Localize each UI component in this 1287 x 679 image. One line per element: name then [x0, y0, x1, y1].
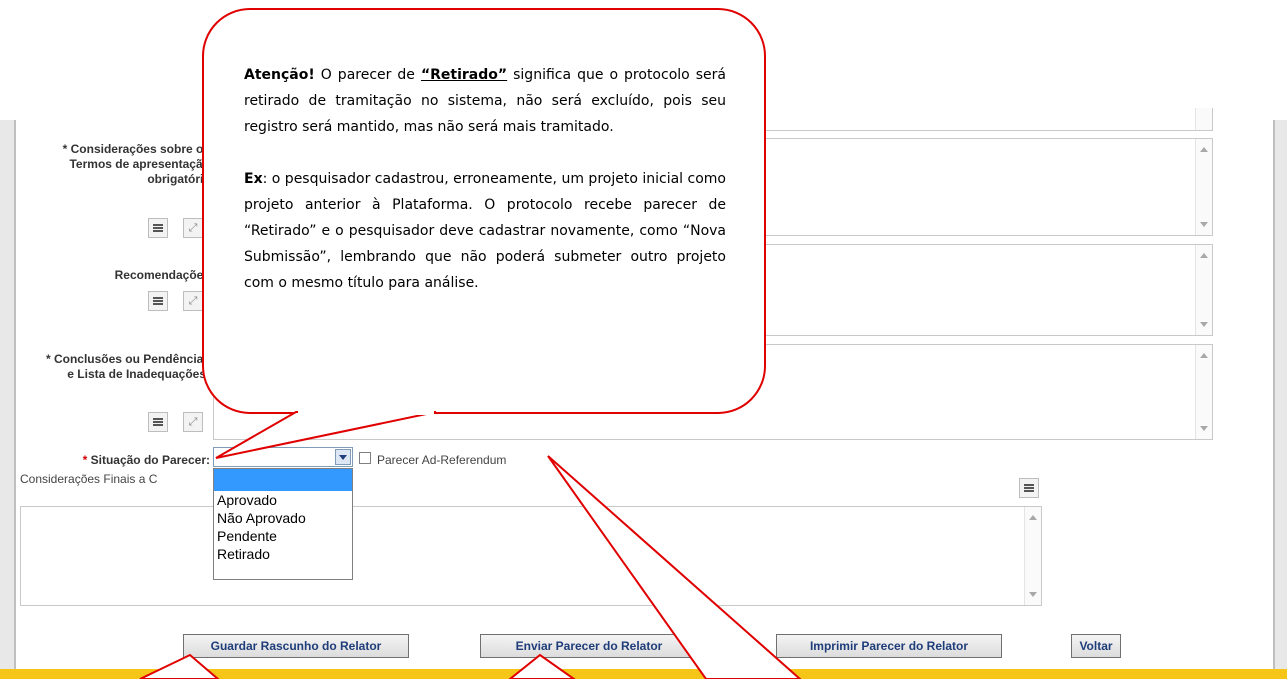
callout-text: Atenção! O parecer de “Retirado” signifi… [244, 62, 726, 296]
callout-paragraph-1: Atenção! O parecer de “Retirado” signifi… [244, 67, 726, 135]
callout-paragraph-2: Ex: o pesquisador cadastrou, erroneament… [244, 171, 726, 291]
